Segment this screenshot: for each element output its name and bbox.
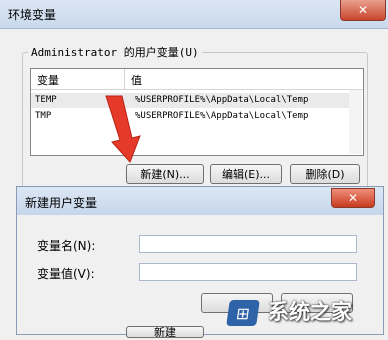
dialog-title: 新建用户变量 bbox=[25, 196, 98, 210]
edit-variable-button[interactable]: 编辑(E)... bbox=[210, 164, 282, 184]
close-icon: ✕ bbox=[347, 191, 359, 205]
variable-name-cell: TMP bbox=[35, 111, 52, 121]
column-header-variable[interactable]: 变量 bbox=[37, 72, 59, 88]
list-item-tmp[interactable]: TMP %USERPROFILE%\AppData\Local\Temp bbox=[31, 109, 349, 124]
background-new-button-partial[interactable]: 新建 bbox=[126, 326, 204, 339]
variable-value-cell: %USERPROFILE%\AppData\Local\Temp bbox=[135, 95, 309, 105]
red-arrow-icon bbox=[105, 95, 141, 163]
delete-variable-button[interactable]: 删除(D) bbox=[290, 164, 360, 184]
window-titlebar[interactable]: 环境变量 ✕ bbox=[0, 0, 388, 29]
window-title: 环境变量 bbox=[8, 8, 57, 22]
watermark: ⊞ 系统之家 bbox=[220, 290, 388, 335]
variable-value-cell: %USERPROFILE%\AppData\Local\Temp bbox=[135, 111, 309, 121]
dialog-titlebar[interactable]: 新建用户变量 ✕ bbox=[17, 187, 383, 215]
user-variables-group-label: Administrator 的用户变量(U) bbox=[28, 44, 202, 60]
close-icon: ✕ bbox=[357, 3, 369, 17]
list-scrollbar[interactable] bbox=[349, 90, 362, 154]
variable-value-label: 变量值(V): bbox=[37, 267, 95, 281]
variable-name-cell: TEMP bbox=[35, 95, 57, 105]
dialog-close-button[interactable]: ✕ bbox=[331, 188, 375, 208]
variable-name-input[interactable] bbox=[139, 235, 357, 253]
column-divider[interactable] bbox=[124, 69, 125, 89]
list-item-temp[interactable]: TEMP %USERPROFILE%\AppData\Local\Temp bbox=[31, 93, 349, 108]
windows-logo-icon: ⊞ bbox=[226, 300, 260, 326]
column-header-value[interactable]: 值 bbox=[131, 72, 142, 88]
variable-value-input[interactable] bbox=[139, 263, 357, 281]
variable-name-label: 变量名(N): bbox=[37, 239, 96, 253]
list-header: 变量 值 bbox=[31, 69, 363, 90]
user-variables-list[interactable]: 变量 值 TEMP %USERPROFILE%\AppData\Local\Te… bbox=[30, 68, 364, 156]
window-close-button[interactable]: ✕ bbox=[340, 0, 386, 21]
watermark-text: 系统之家 bbox=[268, 300, 352, 324]
new-variable-button[interactable]: 新建(N)... bbox=[126, 164, 204, 184]
